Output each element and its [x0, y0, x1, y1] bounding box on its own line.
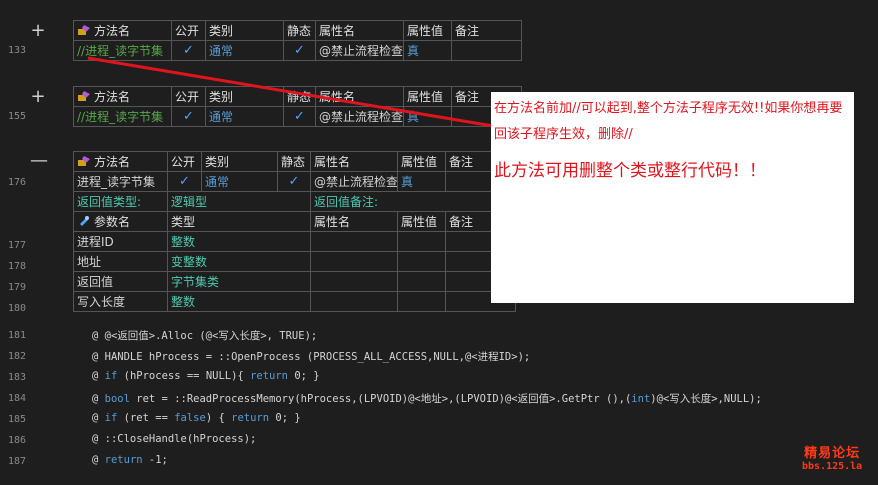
watermark-title: 精易论坛 — [804, 446, 861, 461]
annotation-box: 在方法名前加//可以起到,整个方法子程序无效!!如果你想再要回该子程序生效，删除… — [491, 92, 854, 303]
annotation-text-1: 在方法名前加//可以起到,整个方法子程序无效!!如果你想再要回该子程序生效，删除… — [494, 101, 843, 142]
watermark-logo: 精易论坛 bbs.125.la — [802, 442, 862, 472]
annotation-text-2: 此方法可用删整个类或整行代码！！ — [494, 161, 766, 181]
watermark-url: bbs.125.la — [802, 461, 863, 472]
